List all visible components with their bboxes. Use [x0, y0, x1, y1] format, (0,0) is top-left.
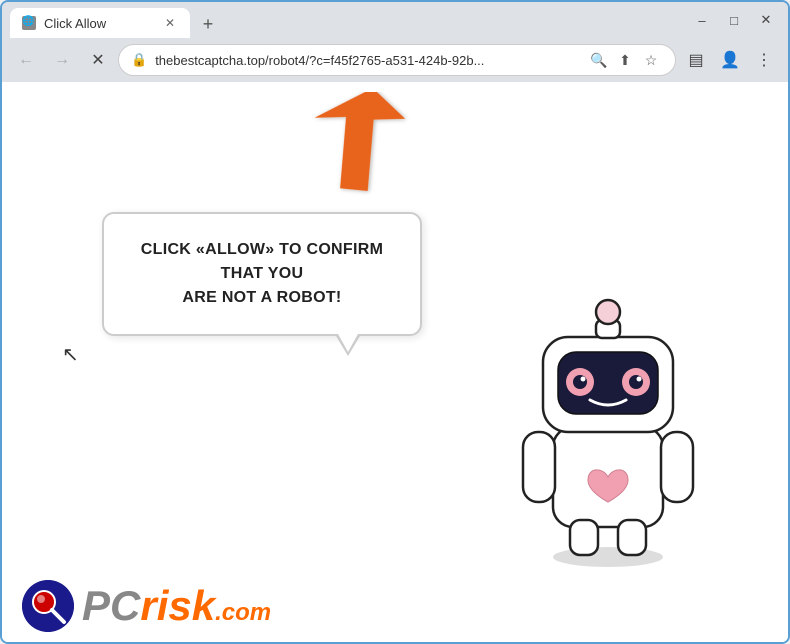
maximize-button[interactable]: □: [720, 6, 748, 34]
bubble-text: CLICK «ALLOW» TO CONFIRM THAT YOU ARE NO…: [136, 238, 388, 310]
address-bar[interactable]: 🔒 thebestcaptcha.top/robot4/?c=f45f2765-…: [118, 44, 676, 76]
tab-title: Click Allow: [44, 16, 154, 31]
profile-button[interactable]: 👤: [714, 44, 746, 76]
tab-favicon: 🌐: [22, 16, 36, 30]
tab-close-button[interactable]: ✕: [162, 15, 178, 31]
pcrisk-pc-text: PC: [82, 585, 140, 627]
active-tab[interactable]: 🌐 Click Allow ✕: [10, 8, 190, 38]
pcrisk-text-container: PCrisk.com: [82, 585, 271, 627]
address-actions: 🔍 ⬆ ☆: [587, 48, 663, 72]
minimize-button[interactable]: –: [688, 6, 716, 34]
new-tab-button[interactable]: +: [194, 10, 222, 38]
nav-right-buttons: ▤ 👤 ⋮: [680, 44, 780, 76]
mouse-cursor: ↖: [62, 342, 79, 367]
robot-illustration: [508, 282, 708, 562]
forward-button[interactable]: →: [46, 44, 78, 76]
tab-bar: 🌐 Click Allow ✕ +: [10, 2, 688, 38]
nav-bar: ← → ✕ 🔒 thebestcaptcha.top/robot4/?c=f45…: [2, 38, 788, 82]
browser-window: 🌐 Click Allow ✕ + – □ ✕ ← → ✕ 🔒 thebestc…: [0, 0, 790, 644]
reload-button[interactable]: ✕: [82, 44, 114, 76]
back-button[interactable]: ←: [10, 44, 42, 76]
lock-icon: 🔒: [131, 52, 147, 68]
title-bar: 🌐 Click Allow ✕ + – □ ✕: [2, 2, 788, 38]
pcrisk-risk-text: risk: [140, 585, 215, 627]
orange-arrow-svg: [302, 92, 412, 202]
bookmark-icon[interactable]: ☆: [639, 48, 663, 72]
pcrisk-dotcom-text: .com: [215, 599, 271, 627]
pcrisk-magnifier: [22, 580, 74, 632]
robot-svg: [508, 282, 708, 572]
search-icon[interactable]: 🔍: [587, 48, 611, 72]
menu-button[interactable]: ⋮: [748, 44, 780, 76]
window-controls: – □ ✕: [688, 6, 780, 34]
page-content: CLICK «ALLOW» TO CONFIRM THAT YOU ARE NO…: [2, 82, 788, 642]
arrow-container: [302, 92, 422, 212]
close-button[interactable]: ✕: [752, 6, 780, 34]
url-text: thebestcaptcha.top/robot4/?c=f45f2765-a5…: [155, 53, 579, 68]
pcrisk-icon: [22, 580, 74, 632]
pcrisk-logo: PCrisk.com: [22, 580, 271, 632]
share-icon[interactable]: ⬆: [613, 48, 637, 72]
speech-bubble: CLICK «ALLOW» TO CONFIRM THAT YOU ARE NO…: [102, 212, 422, 336]
sidebar-button[interactable]: ▤: [680, 44, 712, 76]
